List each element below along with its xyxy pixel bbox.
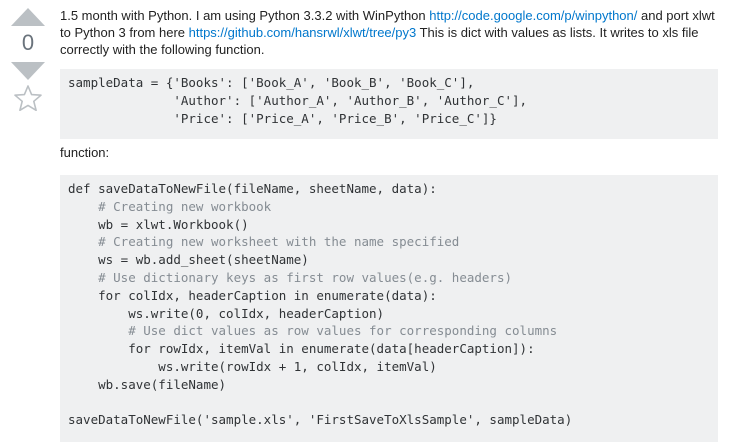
code-line: def saveDataToNewFile(fileName, sheetNam… xyxy=(68,181,437,196)
vote-count: 0 xyxy=(21,30,35,55)
code-line: wb.save(fileName) xyxy=(68,376,227,392)
intro-text-1: 1.5 month with Python. I am using Python… xyxy=(60,8,430,23)
code-line: # Creating new workbook xyxy=(68,198,272,214)
arrow-up-icon xyxy=(11,8,45,26)
code-line: 'Author': ['Author_A', 'Author_B', 'Auth… xyxy=(68,92,528,108)
vote-down-button[interactable] xyxy=(11,62,45,85)
code-line: wb = xlwt.Workbook() xyxy=(68,216,249,232)
post-body: 1.5 month with Python. I am using Python… xyxy=(60,0,720,442)
intro-paragraph: 1.5 month with Python. I am using Python… xyxy=(60,7,718,58)
code-line: 'Price': ['Price_A', 'Price_B', 'Price_C… xyxy=(68,110,497,126)
winpython-link[interactable]: http://code.google.com/p/winpython/ xyxy=(429,8,637,23)
code-line: # Use dictionary keys as first row value… xyxy=(68,269,513,285)
code-line: sampleData = {'Books': ['Book_A', 'Book_… xyxy=(68,75,475,90)
vote-up-button[interactable] xyxy=(11,8,45,31)
function-label: function: xyxy=(60,145,110,160)
code-line: for rowIdx, itemVal in enumerate(data[he… xyxy=(68,341,535,357)
code-line: # Use dict values as row values for corr… xyxy=(68,323,558,339)
code-line: ws = wb.add_sheet(sheetName) xyxy=(68,252,309,268)
code-line: saveDataToNewFile('sample.xls', 'FirstSa… xyxy=(68,412,573,428)
code-line: ws.write(0, colIdx, headerCaption) xyxy=(68,305,385,321)
answer-post: 0 1.5 month with Python. I am using Pyth… xyxy=(0,0,729,442)
code-line: ws.write(rowIdx + 1, colIdx, itemVal) xyxy=(68,358,437,374)
function-code-block: def saveDataToNewFile(fileName, sheetNam… xyxy=(60,175,718,442)
code-line: # Creating new worksheet with the name s… xyxy=(68,234,460,250)
code-line: for colIdx, headerCaption in enumerate(d… xyxy=(68,287,437,303)
arrow-down-icon xyxy=(11,62,45,80)
star-icon xyxy=(14,85,42,112)
favorite-button[interactable] xyxy=(14,85,42,116)
sample-data-code-block: sampleData = {'Books': ['Book_A', 'Book_… xyxy=(60,69,718,139)
xlwt-github-link[interactable]: https://github.com/hansrwl/xlwt/tree/py3 xyxy=(189,25,417,40)
